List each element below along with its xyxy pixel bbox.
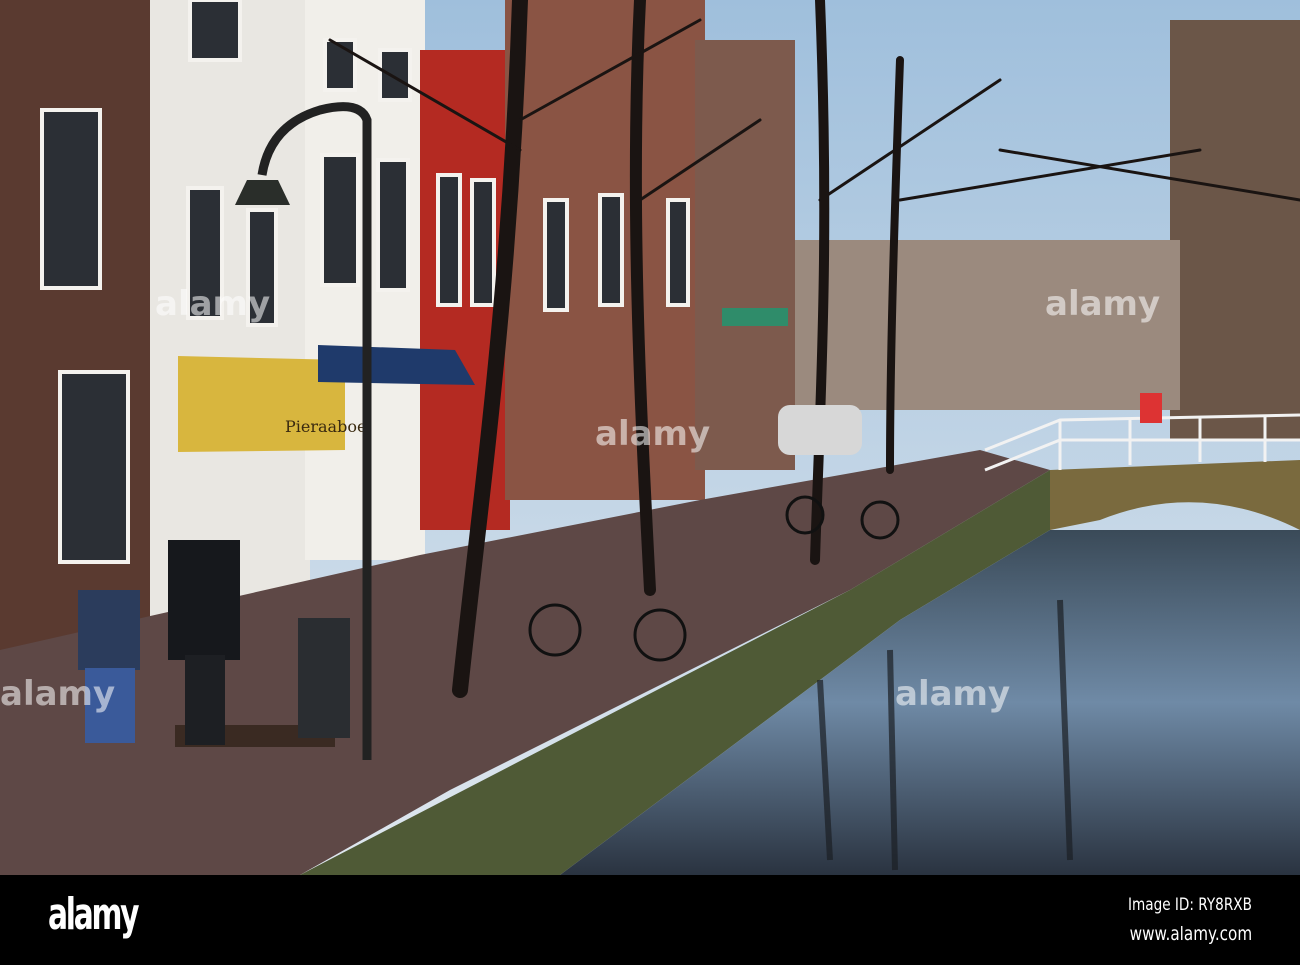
canal-street-photo: Pieraaboe alamy alamy alamy alamy alamy — [0, 0, 1300, 875]
alamy-logo: alamy — [48, 889, 140, 940]
brick-row-2 — [695, 40, 795, 470]
image-id: Image ID: RY8RXB — [1128, 895, 1252, 915]
trash-bin — [298, 618, 350, 738]
watermark: alamy — [155, 284, 270, 324]
website-link[interactable]: www.alamy.com — [1129, 923, 1252, 945]
shop-sign: Pieraaboe — [285, 417, 366, 436]
parked-car — [778, 405, 862, 455]
watermark: alamy — [0, 674, 115, 714]
watermark: alamy — [895, 674, 1010, 714]
watermark: alamy — [1045, 284, 1160, 324]
watermark: alamy — [595, 414, 710, 454]
footer-bar: alamy Image ID: RY8RXB www.alamy.com — [0, 875, 1300, 965]
green-awning — [722, 308, 788, 326]
cyclist — [1140, 393, 1162, 423]
building-distant — [790, 240, 1180, 410]
building-far-right — [1170, 20, 1300, 440]
blue-awning — [318, 345, 475, 385]
